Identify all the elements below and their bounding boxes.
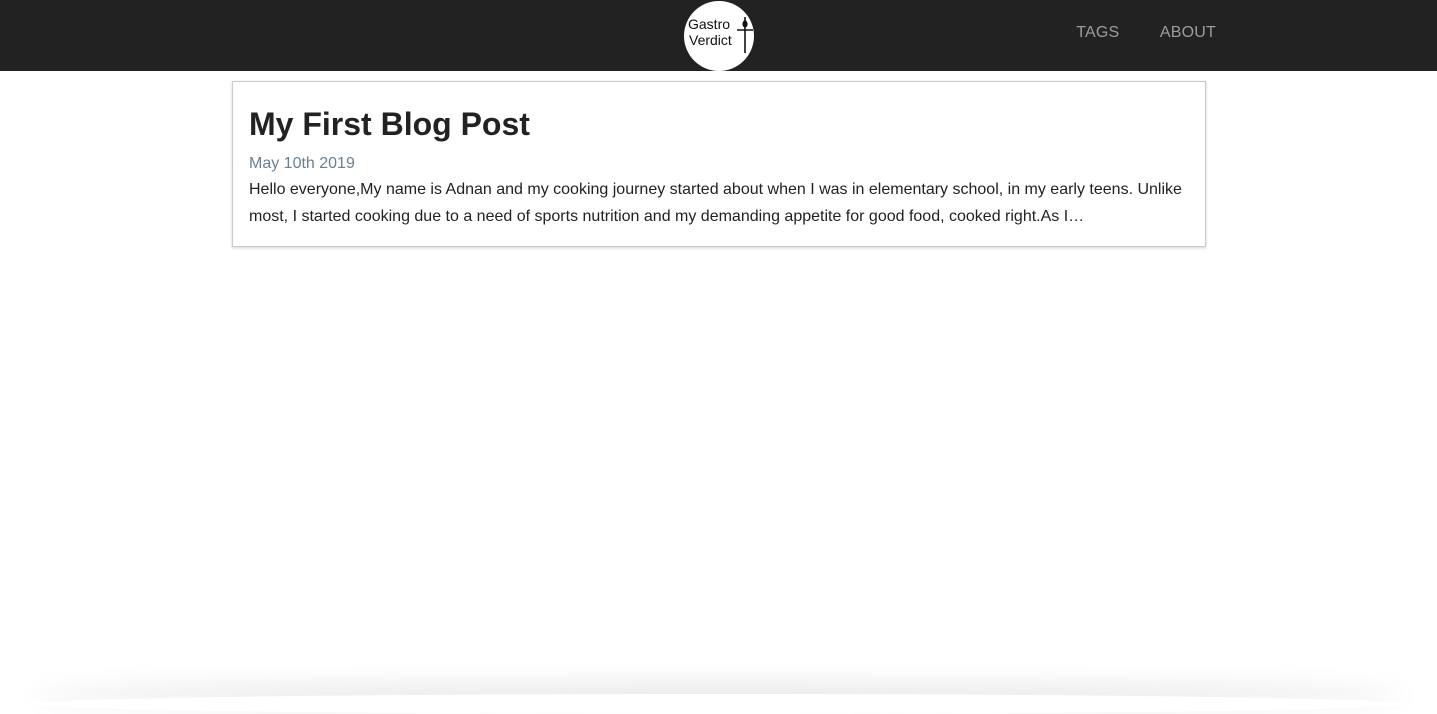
nav-link-about[interactable]: ABOUT xyxy=(1160,0,1216,66)
fork-icon xyxy=(737,17,753,53)
nav-links: TAGS ABOUT xyxy=(1040,0,1216,68)
site-logo[interactable]: Gastro Verdict xyxy=(684,1,754,71)
nav-link-tags[interactable]: TAGS xyxy=(1076,0,1119,66)
footer-shadow xyxy=(30,694,1407,714)
post-excerpt: Hello everyone,My name is Adnan and my c… xyxy=(249,181,1182,225)
post-title[interactable]: My First Blog Post xyxy=(249,104,530,144)
top-navbar: Gastro Verdict TAGS ABOUT xyxy=(0,0,1437,71)
post-card[interactable]: My First Blog Post May 10th 2019 Hello e… xyxy=(232,81,1206,247)
post-date: May 10th 2019 xyxy=(249,155,355,172)
